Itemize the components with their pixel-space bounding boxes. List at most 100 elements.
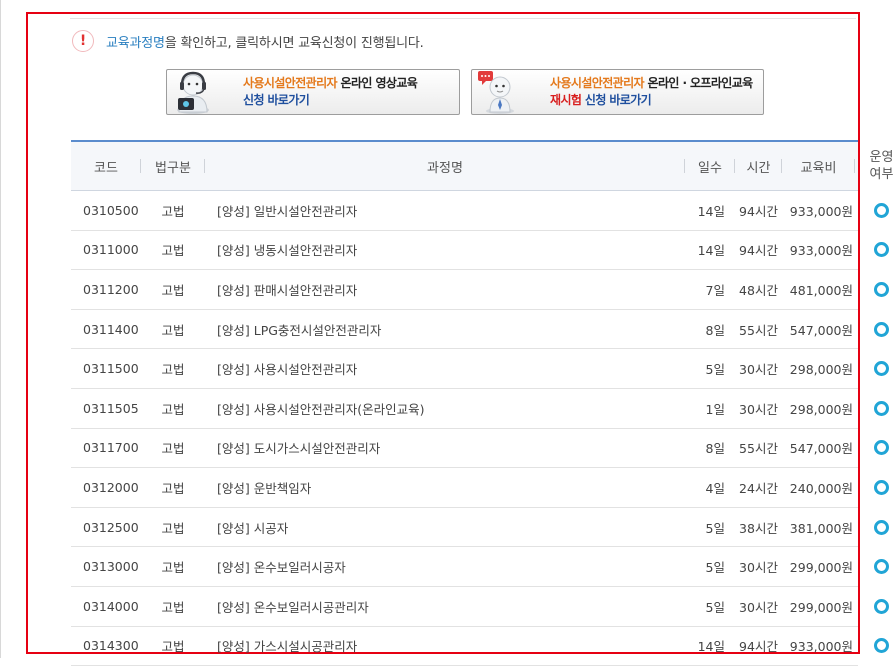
row-days: 8일 xyxy=(705,441,725,457)
table-row[interactable]: 0314000 고법 [양성] 온수보일러시공관리자 5일 30시간 299,0… xyxy=(71,587,889,627)
operating-circle-icon xyxy=(874,559,889,575)
operating-circle-icon xyxy=(874,638,889,654)
table-row[interactable]: 0311500 고법 [양성] 사용시설안전관리자 5일 30시간 298,00… xyxy=(71,349,889,389)
row-operating xyxy=(855,587,895,626)
row-fee: 381,000원 xyxy=(789,520,853,536)
row-hours: 30시간 xyxy=(739,599,778,615)
table-row[interactable]: 0313000 고법 [양성] 온수보일러시공자 5일 30시간 299,000… xyxy=(71,547,889,587)
table-row[interactable]: 0311700 고법 [양성] 도시가스시설안전관리자 8일 55시간 547,… xyxy=(71,429,889,469)
row-code: 0311500 xyxy=(83,361,139,377)
row-code: 0311400 xyxy=(83,321,139,337)
row-fee: 299,000원 xyxy=(789,599,853,615)
row-fee: 933,000원 xyxy=(789,203,853,219)
operating-circle-icon xyxy=(874,281,889,297)
notice-text: 을 확인하고, 클릭하시면 교육신청이 진행됩니다. xyxy=(164,35,424,51)
row-course-name-link[interactable]: [양성] 일반시설안전관리자 xyxy=(205,191,685,230)
row-code: 0311200 xyxy=(83,281,139,297)
operating-circle-icon xyxy=(874,479,889,495)
row-fee: 240,000원 xyxy=(789,480,853,496)
row-fee: 933,000원 xyxy=(789,243,853,259)
row-operating xyxy=(855,468,895,507)
operating-circle-icon xyxy=(874,440,889,456)
online-video-education-banner-button[interactable]: 사용시설안전관리자 온라인 영상교육 신청 바로가기 xyxy=(166,69,460,115)
table-row[interactable]: 0311505 고법 [양성] 사용시설안전관리자(온라인교육) 1일 30시간… xyxy=(71,389,889,429)
row-course-name-link[interactable]: [양성] 판매시설안전관리자 xyxy=(205,270,685,309)
row-fee: 299,000원 xyxy=(789,560,853,576)
row-days: 7일 xyxy=(705,282,725,298)
row-law: 고법 xyxy=(161,322,185,338)
row-law: 고법 xyxy=(161,480,185,496)
row-hours: 94시간 xyxy=(739,203,778,219)
operating-circle-icon xyxy=(874,361,889,377)
banner1-text: 사용시설안전관리자 온라인 영상교육 신청 바로가기 xyxy=(243,75,418,109)
row-course-name-link[interactable]: [양성] 운반책임자 xyxy=(205,468,685,507)
row-code: 0313000 xyxy=(83,559,139,575)
row-days: 5일 xyxy=(705,520,725,536)
row-hours: 30시간 xyxy=(739,560,778,576)
row-law: 고법 xyxy=(161,520,185,536)
row-law: 고법 xyxy=(161,243,185,259)
row-course-name-link[interactable]: [양성] 도시가스시설안전관리자 xyxy=(205,429,685,468)
header-fee: 교육비 xyxy=(782,142,855,190)
table-row[interactable]: 0312000 고법 [양성] 운반책임자 4일 24시간 240,000원 xyxy=(71,468,889,508)
operating-circle-icon xyxy=(874,519,889,535)
header-hours: 시간 xyxy=(735,142,782,190)
header-code: 코드 xyxy=(71,142,141,190)
row-operating xyxy=(855,627,895,666)
row-hours: 30시간 xyxy=(739,362,778,378)
row-law: 고법 xyxy=(161,599,185,615)
row-law: 고법 xyxy=(161,282,185,298)
banner2-title-rest: 온라인 · 오프라인교육 xyxy=(643,76,754,90)
row-law: 고법 xyxy=(161,401,185,417)
operating-circle-icon xyxy=(874,202,889,218)
row-operating xyxy=(855,389,895,428)
banner1-title-highlight: 사용시설안전관리자 xyxy=(243,76,338,90)
header-course-name: 과정명 xyxy=(205,142,685,190)
row-course-name-link[interactable]: [양성] 냉동시설안전관리자 xyxy=(205,231,685,270)
retest-application-banner-button[interactable]: 사용시설안전관리자 온라인 · 오프라인교육 재시험 신청 바로가기 xyxy=(471,69,764,115)
table-row[interactable]: 0312500 고법 [양성] 시공자 5일 38시간 381,000원 xyxy=(71,508,889,548)
row-operating xyxy=(855,508,895,547)
operating-circle-icon xyxy=(874,400,889,416)
row-operating xyxy=(855,547,895,586)
row-course-name-link[interactable]: [양성] 가스시설시공관리자 xyxy=(205,627,685,666)
row-days: 5일 xyxy=(705,362,725,378)
banner1-title-rest: 온라인 영상교육 xyxy=(336,76,418,90)
row-code: 0314000 xyxy=(83,598,139,614)
row-course-name-link[interactable]: [양성] 시공자 xyxy=(205,508,685,547)
banner2-text: 사용시설안전관리자 온라인 · 오프라인교육 재시험 신청 바로가기 xyxy=(550,75,753,109)
row-law: 고법 xyxy=(161,362,185,378)
row-course-name-link[interactable]: [양성] 온수보일러시공자 xyxy=(205,547,685,586)
row-fee: 298,000원 xyxy=(789,401,853,417)
row-fee: 547,000원 xyxy=(789,322,853,338)
exclamation-icon: ! xyxy=(72,30,94,52)
operating-circle-icon xyxy=(874,242,889,258)
table-row[interactable]: 0310500 고법 [양성] 일반시설안전관리자 14일 94시간 933,0… xyxy=(71,191,889,231)
table-row[interactable]: 0311200 고법 [양성] 판매시설안전관리자 7일 48시간 481,00… xyxy=(71,270,889,310)
row-code: 0312500 xyxy=(83,519,139,535)
row-fee: 547,000원 xyxy=(789,441,853,457)
row-law: 고법 xyxy=(161,560,185,576)
row-operating xyxy=(855,231,895,270)
row-course-name-link[interactable]: [양성] 온수보일러시공관리자 xyxy=(205,587,685,626)
page-left-border xyxy=(0,0,1,658)
table-row[interactable]: 0311400 고법 [양성] LPG충전시설안전관리자 8일 55시간 547… xyxy=(71,310,889,350)
header-days: 일수 xyxy=(685,142,735,190)
row-course-name-link[interactable]: [양성] 사용시설안전관리자(온라인교육) xyxy=(205,389,685,428)
row-course-name-link[interactable]: [양성] 사용시설안전관리자 xyxy=(205,349,685,388)
header-operating-line1: 운영 xyxy=(869,150,894,165)
row-course-name-link[interactable]: [양성] LPG충전시설안전관리자 xyxy=(205,310,685,349)
table-row[interactable]: 0311000 고법 [양성] 냉동시설안전관리자 14일 94시간 933,0… xyxy=(71,231,889,271)
row-days: 14일 xyxy=(697,203,725,219)
table-row[interactable]: 0314300 고법 [양성] 가스시설시공관리자 14일 94시간 933,0… xyxy=(71,627,889,666)
course-table: 코드 법구분 과정명 일수 시간 교육비 운영 여부 0310500 고법 [양… xyxy=(71,140,893,666)
header-operating: 운영 여부 xyxy=(855,142,895,190)
table-header: 코드 법구분 과정명 일수 시간 교육비 운영 여부 xyxy=(71,140,893,191)
row-hours: 55시간 xyxy=(739,322,778,338)
row-hours: 48시간 xyxy=(739,282,778,298)
row-code: 0314300 xyxy=(83,638,139,654)
row-operating xyxy=(855,270,895,309)
row-fee: 298,000원 xyxy=(789,362,853,378)
row-hours: 94시간 xyxy=(739,243,778,259)
header-law: 법구분 xyxy=(141,142,205,190)
